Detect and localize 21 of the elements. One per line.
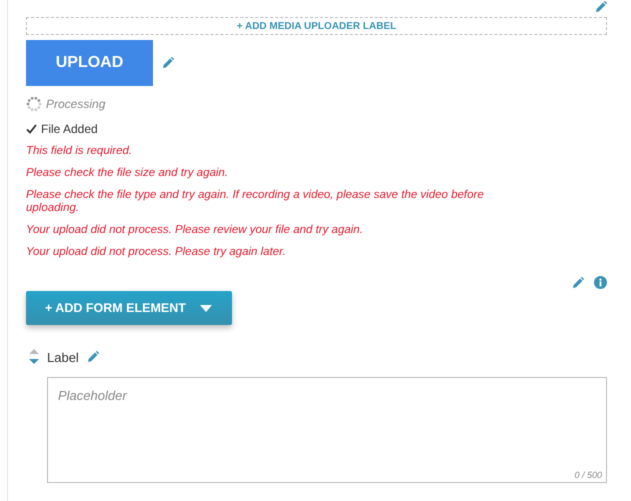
edit-icon[interactable]: [595, 1, 607, 13]
error-message: Please check the file type and try again. If recording a video, please save the video before uploading.: [26, 189, 485, 215]
reorder-icon[interactable]: [29, 349, 39, 365]
edit-icon[interactable]: [162, 57, 174, 69]
spinner-icon: [26, 96, 42, 112]
error-message: This field is required.: [26, 145, 134, 158]
check-icon: [26, 124, 37, 134]
caret-icon: [200, 304, 212, 312]
error-message: Your upload did not process. Please review your file and try again.: [26, 224, 364, 237]
error-message: Your upload did not process. Please try again later.: [26, 246, 287, 259]
add-form-element-button[interactable]: + ADD FORM ELEMENT: [26, 291, 232, 325]
edit-icon[interactable]: [572, 276, 584, 288]
upload-button[interactable]: UPLOAD: [26, 40, 153, 86]
error-message: Please check the file size and try again.: [26, 167, 230, 180]
add-label-button[interactable]: + ADD MEDIA UPLOADER LABEL: [26, 17, 607, 35]
info-icon[interactable]: [594, 276, 607, 289]
field-label: Label: [47, 350, 79, 364]
edit-icon[interactable]: [86, 351, 99, 363]
status-text: Processing: [46, 97, 106, 111]
character-counter: 0 / 500: [574, 470, 602, 480]
status-text: File Added: [41, 122, 98, 136]
